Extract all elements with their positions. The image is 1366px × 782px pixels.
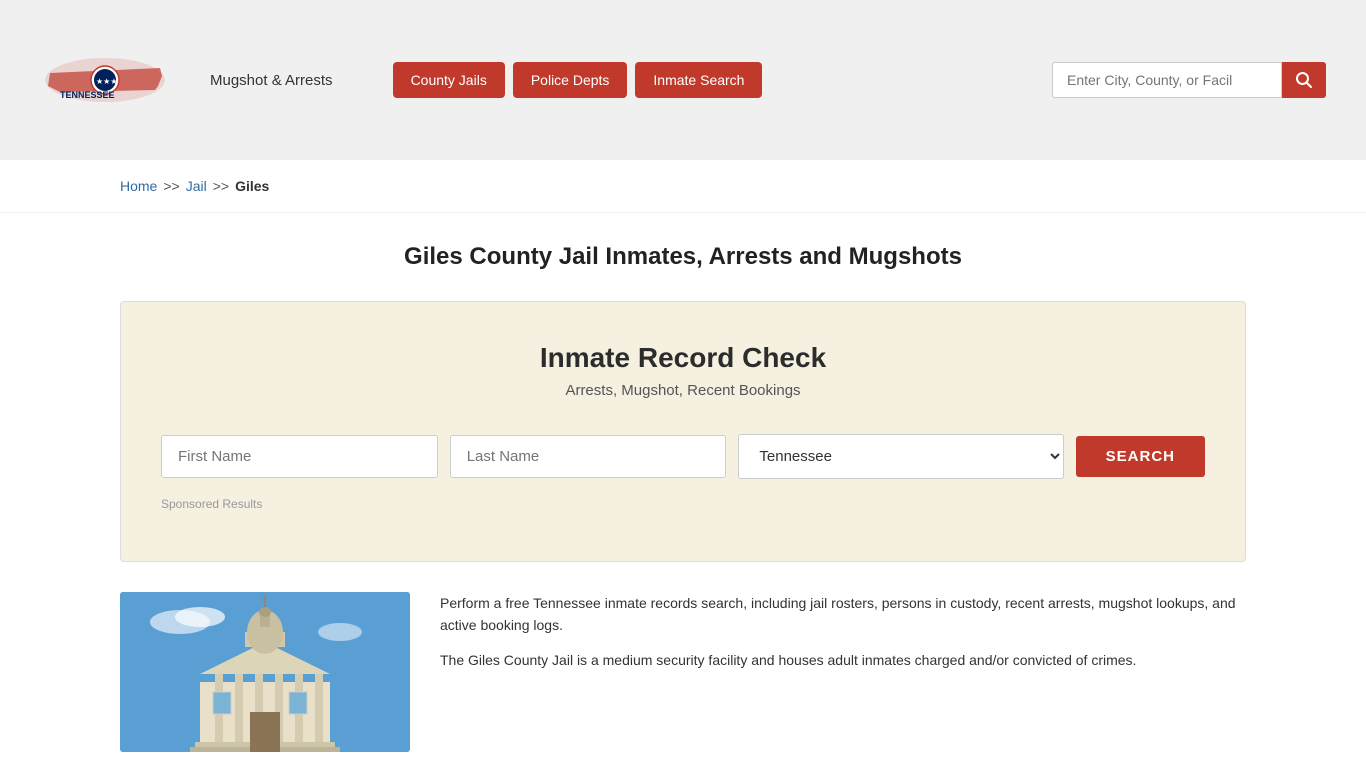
jail-image	[120, 592, 410, 752]
police-depts-button[interactable]: Police Depts	[513, 62, 628, 98]
svg-text:★★★: ★★★	[96, 77, 118, 86]
content-paragraph-1: Perform a free Tennessee inmate records …	[440, 592, 1246, 637]
county-jails-button[interactable]: County Jails	[393, 62, 505, 98]
site-header: ★★★ TENNESSEE Mugshot & Arrests County J…	[0, 0, 1366, 160]
logo-icon: ★★★ TENNESSEE	[40, 48, 170, 113]
jail-building-illustration	[120, 592, 410, 752]
search-icon	[1295, 71, 1313, 89]
breadcrumb-bar: Home >> Jail >> Giles	[0, 160, 1366, 213]
svg-text:TENNESSEE: TENNESSEE	[60, 90, 115, 100]
breadcrumb-sep-2: >>	[213, 178, 229, 194]
header-search	[1052, 62, 1326, 98]
last-name-input[interactable]	[450, 435, 727, 478]
inmate-search-submit[interactable]: SEARCH	[1076, 436, 1205, 477]
first-name-input[interactable]	[161, 435, 438, 478]
record-check-subtitle: Arrests, Mugshot, Recent Bookings	[161, 382, 1205, 399]
inmate-search-button[interactable]: Inmate Search	[635, 62, 762, 98]
logo[interactable]: ★★★ TENNESSEE	[40, 48, 170, 113]
breadcrumb: Home >> Jail >> Giles	[120, 178, 1246, 194]
breadcrumb-jail[interactable]: Jail	[186, 178, 207, 194]
main-content: Giles County Jail Inmates, Arrests and M…	[0, 213, 1366, 782]
bottom-content: Perform a free Tennessee inmate records …	[120, 592, 1246, 752]
mugshot-arrests-link[interactable]: Mugshot & Arrests	[210, 72, 333, 89]
record-check-title: Inmate Record Check	[161, 342, 1205, 374]
content-text: Perform a free Tennessee inmate records …	[440, 592, 1246, 683]
breadcrumb-home[interactable]: Home	[120, 178, 157, 194]
inmate-search-form: AlabamaAlaskaArizonaArkansasCaliforniaCo…	[161, 434, 1205, 479]
state-select[interactable]: AlabamaAlaskaArizonaArkansasCaliforniaCo…	[738, 434, 1063, 479]
breadcrumb-sep-1: >>	[163, 178, 179, 194]
breadcrumb-current: Giles	[235, 178, 269, 194]
header-search-button[interactable]	[1282, 62, 1326, 98]
nav-buttons: County Jails Police Depts Inmate Search	[393, 62, 763, 98]
sponsored-label: Sponsored Results	[161, 497, 1205, 511]
header-search-input[interactable]	[1052, 62, 1282, 98]
page-title: Giles County Jail Inmates, Arrests and M…	[120, 243, 1246, 271]
content-paragraph-2: The Giles County Jail is a medium securi…	[440, 649, 1246, 671]
record-check-box: Inmate Record Check Arrests, Mugshot, Re…	[120, 301, 1246, 562]
